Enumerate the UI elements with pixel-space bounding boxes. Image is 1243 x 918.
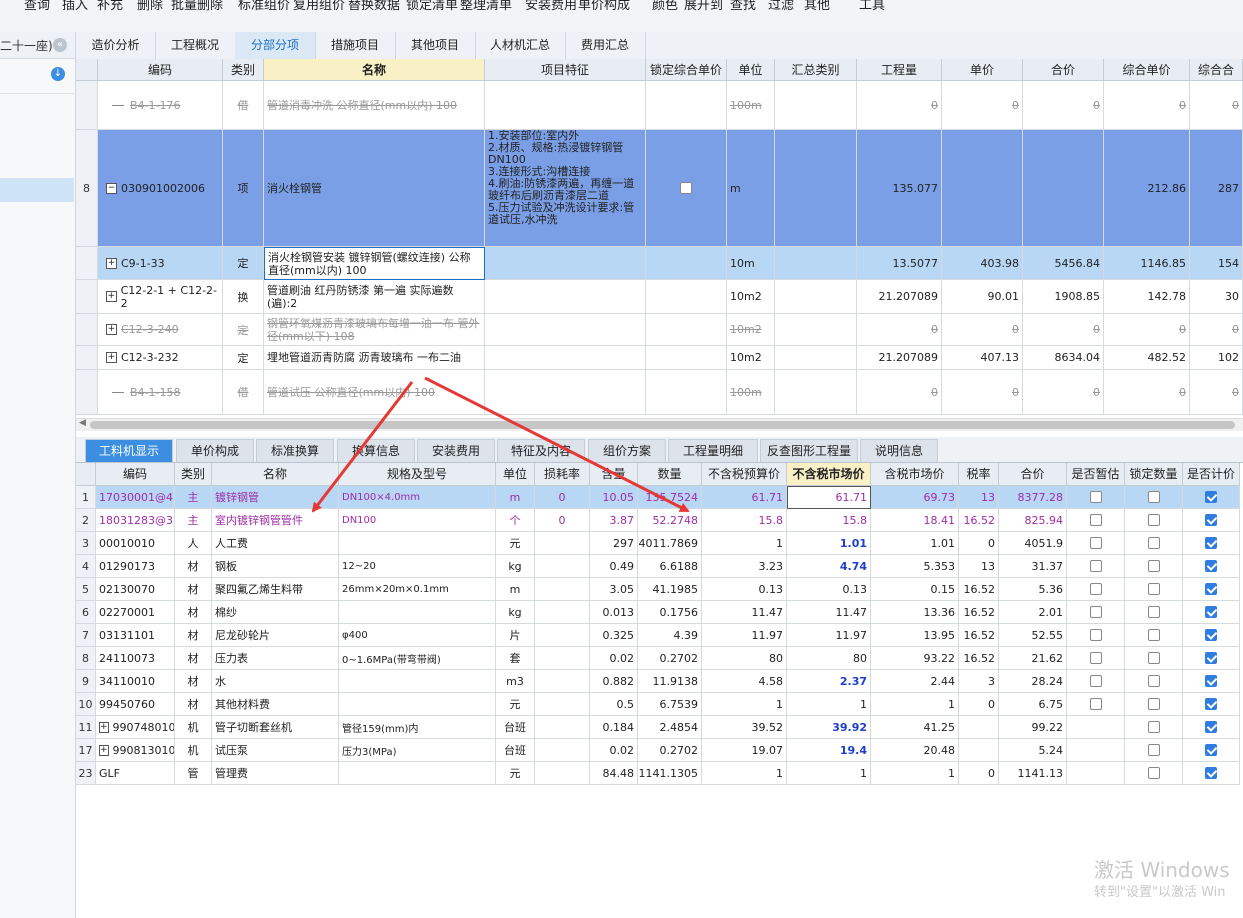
annotation-arrows [311, 376, 690, 513]
activation-watermark: 激活 Windows [1094, 858, 1230, 882]
arrow-to-fitting-quantity [424, 376, 690, 513]
arrow-to-fitting-name [311, 381, 414, 513]
activation-watermark-sub: 转到"设置"以激活 Win [1094, 885, 1226, 900]
